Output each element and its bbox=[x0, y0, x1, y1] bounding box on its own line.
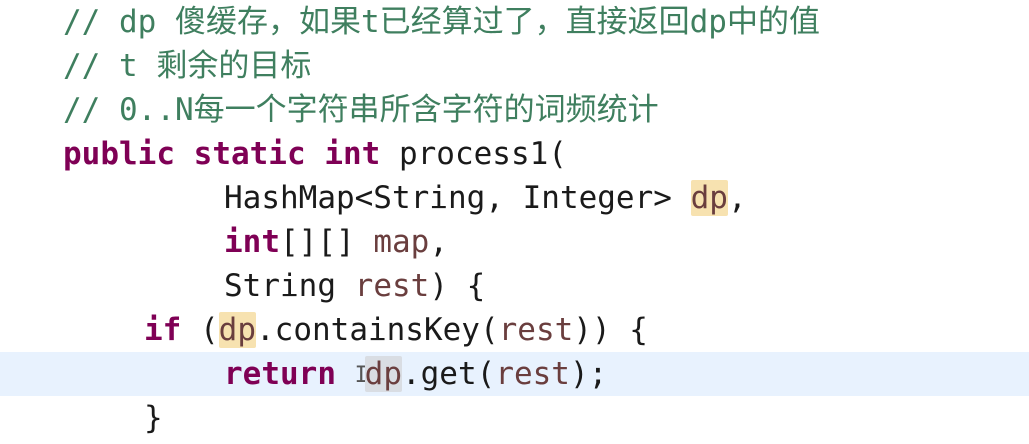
var-rest: rest bbox=[498, 312, 574, 348]
var-rest: rest bbox=[495, 356, 570, 392]
punctuation: , bbox=[727, 180, 747, 216]
code-line-param-map[interactable]: int[][] map, bbox=[0, 220, 1029, 264]
code-line-return-current[interactable]: return Idp.get(rest); bbox=[0, 352, 1029, 396]
var-dp-highlighted: dp bbox=[218, 312, 256, 348]
punctuation: ) { bbox=[429, 268, 486, 304]
code-line-if[interactable]: if (dp.containsKey(rest)) { bbox=[0, 308, 1029, 352]
param-type: HashMap<String, Integer> bbox=[224, 180, 672, 216]
punctuation: ( bbox=[200, 312, 219, 348]
array-brackets: [][] bbox=[280, 224, 355, 260]
comment-text: // t 剩余的目标 bbox=[63, 48, 312, 84]
closing-brace: } bbox=[144, 400, 163, 436]
code-line-comment-2[interactable]: // t 剩余的目标 bbox=[0, 44, 1029, 88]
param-type: String bbox=[224, 268, 336, 304]
method-name: process1( bbox=[398, 136, 567, 172]
method-call: .get( bbox=[401, 356, 496, 392]
code-line-param-rest[interactable]: String rest) { bbox=[0, 264, 1029, 308]
keyword-public: public bbox=[63, 136, 175, 172]
param-dp-highlighted: dp bbox=[690, 180, 728, 216]
method-call: .containsKey( bbox=[256, 312, 499, 348]
keyword-int: int bbox=[224, 224, 280, 260]
keyword-if: if bbox=[144, 312, 182, 348]
comment-text: // 0..N每一个字符串所含字符的词频统计 bbox=[63, 92, 659, 128]
code-line-comment-3[interactable]: // 0..N每一个字符串所含字符的词频统计 bbox=[0, 88, 1029, 132]
text-cursor-icon: I bbox=[354, 362, 368, 388]
keyword-return: return bbox=[224, 356, 336, 392]
punctuation: ); bbox=[569, 356, 608, 392]
keyword-static: static bbox=[193, 136, 306, 172]
param-map: map bbox=[373, 224, 430, 260]
param-rest: rest bbox=[354, 268, 430, 304]
code-line-method-signature[interactable]: public static int process1( bbox=[0, 132, 1029, 176]
code-editor[interactable]: // dp 傻缓存，如果t已经算过了，直接返回dp中的值 // t 剩余的目标 … bbox=[0, 0, 1029, 444]
code-line-comment-1[interactable]: // dp 傻缓存，如果t已经算过了，直接返回dp中的值 bbox=[0, 0, 1029, 44]
var-dp-highlighted: dp bbox=[364, 356, 402, 392]
code-line-closing-brace[interactable]: } bbox=[0, 396, 1029, 440]
punctuation: )) { bbox=[573, 312, 648, 348]
keyword-int: int bbox=[324, 136, 381, 172]
code-line-param-dp[interactable]: HashMap<String, Integer> dp, bbox=[0, 176, 1029, 220]
punctuation: , bbox=[429, 224, 448, 260]
comment-text: // dp 傻缓存，如果t已经算过了，直接返回dp中的值 bbox=[63, 4, 820, 40]
